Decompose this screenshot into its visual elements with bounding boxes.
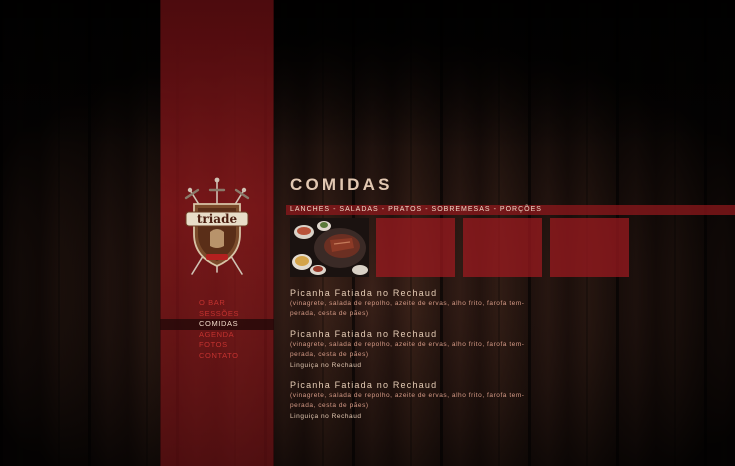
dish-description: (vinagrete, salada de repolho, azeite de…	[290, 340, 525, 348]
category-separator: -	[493, 206, 497, 213]
category-porcoes[interactable]: PORÇÕES	[500, 206, 542, 213]
dish-list: Picanha Fatiada no Rechaud (vinagrete, s…	[290, 288, 590, 431]
dish-item: Picanha Fatiada no Rechaud (vinagrete, s…	[290, 380, 590, 422]
logo-wordmark: triade	[197, 212, 238, 226]
dish-extra-item: Linguiça no Rechaud	[290, 361, 362, 369]
nav-item-fotos[interactable]: Fotos	[160, 340, 274, 351]
sidebar-nav: O Bar Sessões Comidas Agenda Fotos Conta…	[160, 298, 274, 361]
dish-description: perada, cesta de pães)	[290, 351, 369, 359]
dish-description: (vinagrete, salada de repolho, azeite de…	[290, 392, 525, 400]
category-separator: -	[425, 206, 429, 213]
photo-placeholder[interactable]	[550, 218, 629, 277]
nav-item-sessoes[interactable]: Sessões	[160, 309, 274, 320]
dish-item: Picanha Fatiada no Rechaud (vinagrete, s…	[290, 329, 590, 371]
dish-name: Picanha Fatiada no Rechaud	[290, 328, 438, 339]
category-pratos[interactable]: PRATOS	[388, 206, 422, 213]
nav-item-agenda[interactable]: Agenda	[160, 330, 274, 341]
category-separator: -	[333, 206, 337, 213]
page-title: COMIDAS	[290, 175, 393, 194]
dish-name: Picanha Fatiada no Rechaud	[290, 288, 438, 298]
dish-item: Picanha Fatiada no Rechaud (vinagrete, s…	[290, 288, 590, 320]
category-bar: LANCHES - SALADAS - PRATOS - SOBREMESAS - PORÇÕE…	[290, 205, 542, 215]
photo-placeholder[interactable]	[376, 218, 455, 277]
food-photo-thumbnail[interactable]	[290, 218, 369, 277]
category-separator: -	[381, 206, 386, 213]
category-saladas[interactable]: SALADAS	[339, 206, 378, 213]
dish-description: (vinagrete, salada de repolho, azeite de…	[290, 300, 525, 307]
crest-icon: triade	[184, 177, 250, 275]
dish-extra-item: Linguiça no Rechaud	[290, 412, 362, 420]
category-lanches[interactable]: LANCHES	[290, 206, 330, 213]
nav-item-comidas[interactable]: Comidas	[160, 319, 274, 330]
dish-description: perada, cesta de pães)	[290, 310, 369, 318]
dish-description: perada, cesta de pães)	[290, 402, 369, 410]
dish-name: Picanha Fatiada no Rechaud	[290, 380, 438, 391]
triade-logo[interactable]: triade	[180, 176, 254, 280]
food-photo-icon	[290, 218, 369, 277]
category-sobremesas[interactable]: SOBREMESAS	[432, 206, 491, 213]
photo-placeholder[interactable]	[463, 218, 542, 277]
nav-item-o-bar[interactable]: O Bar	[160, 298, 274, 309]
top-shade	[0, 0, 735, 150]
nav-item-contato[interactable]: Contato	[160, 351, 274, 362]
